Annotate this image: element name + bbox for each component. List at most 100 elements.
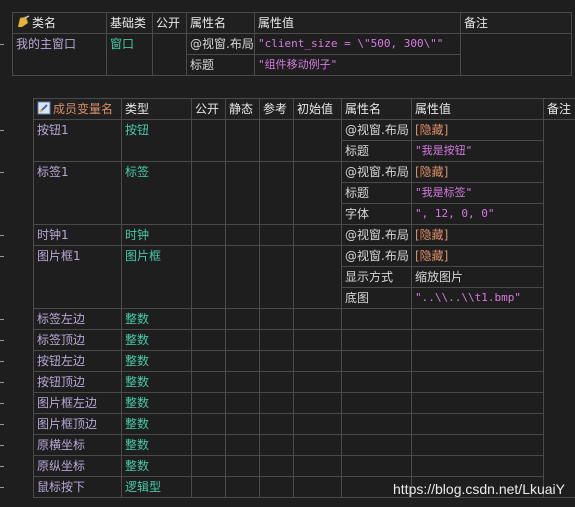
property-value-cell[interactable] — [411, 308, 544, 330]
member-type-cell[interactable]: 整数 — [121, 434, 192, 456]
member-type-cell[interactable]: 逻辑型 — [121, 476, 192, 498]
member-name-header[interactable]: 成员变量名 — [33, 98, 122, 120]
initial-value-cell[interactable] — [293, 413, 342, 435]
initial-value-cell[interactable] — [293, 392, 342, 414]
member-type-cell[interactable]: 整数 — [121, 350, 192, 372]
static-cell[interactable] — [225, 119, 260, 162]
reference-cell[interactable] — [259, 245, 294, 309]
property-name-cell[interactable]: @视窗.布局 — [341, 245, 412, 267]
property-name-cell[interactable] — [341, 413, 412, 435]
public-cell[interactable] — [191, 434, 226, 456]
static-cell[interactable] — [225, 161, 260, 225]
property-value-cell[interactable]: [隐藏] — [411, 224, 544, 246]
property-value-cell[interactable] — [411, 371, 544, 393]
property-value-cell[interactable]: [隐藏] — [411, 161, 544, 183]
public-cell[interactable] — [191, 161, 226, 225]
initial-value-cell[interactable] — [293, 434, 342, 456]
initial-value-cell[interactable] — [293, 161, 342, 225]
member-name-cell[interactable]: 鼠标按下 — [33, 476, 122, 498]
remark-cell[interactable] — [543, 119, 575, 498]
initial-value-header[interactable]: 初始值 — [293, 98, 342, 120]
static-cell[interactable] — [225, 434, 260, 456]
property-value-cell[interactable]: "client_size = \"500, 300\"" — [254, 33, 461, 55]
initial-value-cell[interactable] — [293, 308, 342, 330]
member-type-cell[interactable]: 整数 — [121, 392, 192, 414]
reference-cell[interactable] — [259, 119, 294, 162]
public-cell[interactable] — [191, 350, 226, 372]
property-value-cell[interactable] — [411, 392, 544, 414]
property-name-header[interactable]: 属性名 — [186, 12, 255, 34]
property-value-cell[interactable] — [411, 350, 544, 372]
static-cell[interactable] — [225, 371, 260, 393]
property-name-cell[interactable] — [341, 329, 412, 351]
property-value-cell[interactable] — [411, 329, 544, 351]
initial-value-cell[interactable] — [293, 371, 342, 393]
member-name-cell[interactable]: 按钮左边 — [33, 350, 122, 372]
member-type-cell[interactable]: 整数 — [121, 308, 192, 330]
member-type-cell[interactable]: 整数 — [121, 371, 192, 393]
public-header[interactable]: 公开 — [191, 98, 226, 120]
reference-cell[interactable] — [259, 476, 294, 498]
property-name-cell[interactable]: 字体 — [341, 203, 412, 225]
static-cell[interactable] — [225, 308, 260, 330]
static-cell[interactable] — [225, 245, 260, 309]
member-name-cell[interactable]: 图片框左边 — [33, 392, 122, 414]
reference-header[interactable]: 参考 — [259, 98, 294, 120]
public-cell[interactable] — [191, 329, 226, 351]
initial-value-cell[interactable] — [293, 455, 342, 477]
member-name-cell[interactable]: 按钮顶边 — [33, 371, 122, 393]
member-type-cell[interactable]: 整数 — [121, 455, 192, 477]
property-name-cell[interactable]: @视窗.布局 — [341, 224, 412, 246]
static-cell[interactable] — [225, 413, 260, 435]
property-value-cell[interactable] — [411, 413, 544, 435]
reference-cell[interactable] — [259, 329, 294, 351]
base-class-header[interactable]: 基础类 — [106, 12, 153, 34]
static-cell[interactable] — [225, 455, 260, 477]
property-name-cell[interactable] — [341, 371, 412, 393]
member-type-cell[interactable]: 整数 — [121, 329, 192, 351]
member-name-cell[interactable]: 图片框顶边 — [33, 413, 122, 435]
base-class-cell[interactable]: 窗口 — [106, 33, 153, 76]
property-name-cell[interactable]: 底图 — [341, 287, 412, 309]
property-value-cell[interactable] — [411, 434, 544, 456]
public-cell[interactable] — [191, 371, 226, 393]
property-name-cell[interactable]: 标题 — [341, 182, 412, 204]
member-type-cell[interactable]: 标签 — [121, 161, 192, 225]
public-cell[interactable] — [152, 33, 187, 76]
remark-header[interactable]: 备注 — [543, 98, 575, 120]
reference-cell[interactable] — [259, 371, 294, 393]
property-value-cell[interactable]: ", 12, 0, 0" — [411, 203, 544, 225]
static-header[interactable]: 静态 — [225, 98, 260, 120]
initial-value-cell[interactable] — [293, 119, 342, 162]
type-header[interactable]: 类型 — [121, 98, 192, 120]
member-type-cell[interactable]: 整数 — [121, 413, 192, 435]
member-name-cell[interactable]: 时钟1 — [33, 224, 122, 246]
reference-cell[interactable] — [259, 161, 294, 225]
public-cell[interactable] — [191, 119, 226, 162]
remark-cell[interactable] — [460, 33, 572, 76]
static-cell[interactable] — [225, 476, 260, 498]
reference-cell[interactable] — [259, 455, 294, 477]
property-name-cell[interactable]: 显示方式 — [341, 266, 412, 288]
reference-cell[interactable] — [259, 350, 294, 372]
member-name-cell[interactable]: 标签左边 — [33, 308, 122, 330]
property-name-cell[interactable]: 标题 — [341, 140, 412, 162]
member-name-cell[interactable]: 原横坐标 — [33, 434, 122, 456]
static-cell[interactable] — [225, 224, 260, 246]
property-value-header[interactable]: 属性值 — [254, 12, 461, 34]
public-cell[interactable] — [191, 245, 226, 309]
member-name-cell[interactable]: 按钮1 — [33, 119, 122, 162]
reference-cell[interactable] — [259, 308, 294, 330]
static-cell[interactable] — [225, 350, 260, 372]
property-value-cell[interactable]: 缩放图片 — [411, 266, 544, 288]
property-name-cell[interactable] — [341, 455, 412, 477]
public-header[interactable]: 公开 — [152, 12, 187, 34]
member-type-cell[interactable]: 图片框 — [121, 245, 192, 309]
reference-cell[interactable] — [259, 392, 294, 414]
property-value-cell[interactable]: "组件移动例子" — [254, 54, 461, 76]
property-value-cell[interactable] — [411, 455, 544, 477]
static-cell[interactable] — [225, 329, 260, 351]
class-name-cell[interactable]: 我的主窗口 — [12, 33, 107, 76]
property-name-cell[interactable]: @视窗.布局 — [341, 161, 412, 183]
property-name-header[interactable]: 属性名 — [341, 98, 412, 120]
